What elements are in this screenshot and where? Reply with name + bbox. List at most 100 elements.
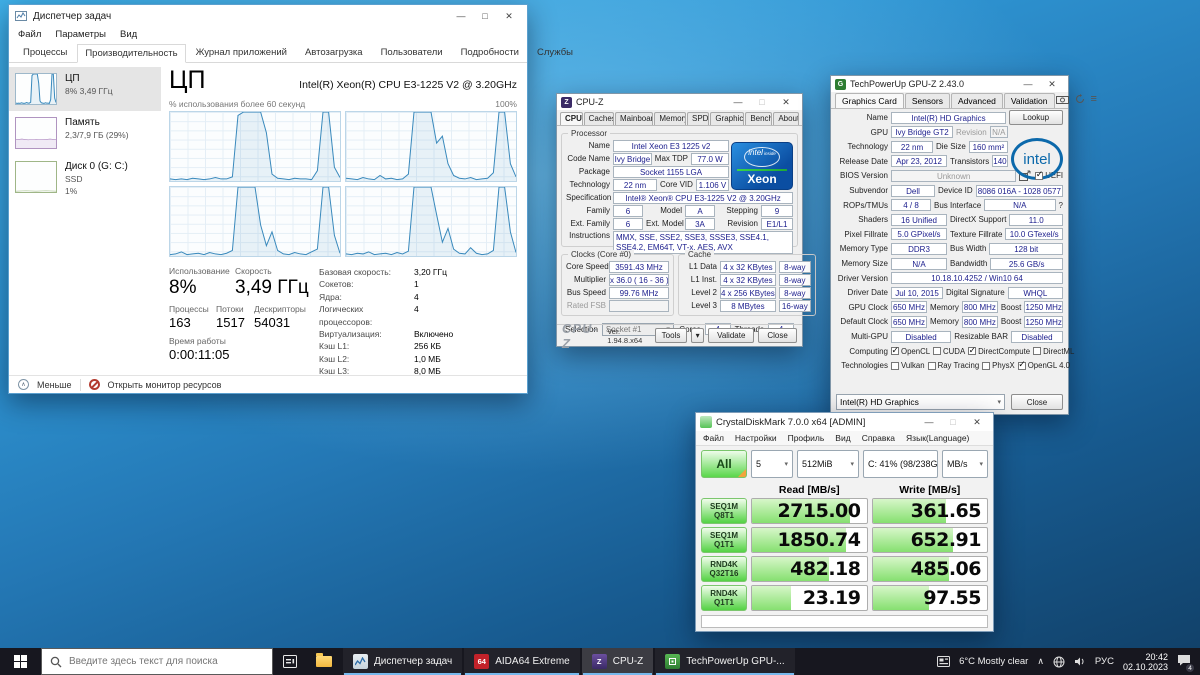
gpuz-titlebar[interactable]: G TechPowerUp GPU-Z 2.43.0 — ✕ [831, 76, 1068, 92]
tab-caches[interactable]: Caches [584, 112, 614, 125]
refresh-icon[interactable] [1075, 94, 1085, 104]
file-explorer-button[interactable] [307, 648, 341, 675]
tab-memory[interactable]: Memory [654, 112, 686, 125]
cpuz-titlebar[interactable]: Z CPU-Z — □ ✕ [557, 94, 802, 110]
minimize-button[interactable]: — [449, 8, 473, 24]
menu-help[interactable]: Справка [862, 433, 895, 443]
close-button[interactable]: ✕ [497, 8, 521, 24]
test-size-select[interactable]: 512MiB▾ [797, 450, 859, 478]
news-weather-icon[interactable] [937, 656, 950, 667]
target-drive-select[interactable]: C: 41% (98/238GiB)▾ [863, 450, 938, 478]
cpu-core-graph-4[interactable] [345, 186, 517, 257]
tab-processes[interactable]: Процессы [15, 43, 75, 62]
minimize-button[interactable]: — [917, 414, 941, 430]
lookup-button[interactable]: Lookup [1009, 110, 1063, 125]
tab-advanced[interactable]: Advanced [951, 93, 1003, 108]
close-button[interactable]: ✕ [965, 414, 989, 430]
raytracing-checkbox[interactable] [928, 362, 936, 370]
opencl-checkbox[interactable] [891, 347, 899, 355]
usage-value: 8% [169, 276, 235, 299]
seq1m-q8t1-button[interactable]: SEQ1MQ8T1 [701, 498, 747, 524]
field-label: Specification [566, 193, 610, 202]
directml-checkbox[interactable] [1033, 347, 1041, 355]
close-button[interactable]: Close [1011, 394, 1063, 410]
taskbar-app-task-manager[interactable]: Диспетчер задач [343, 648, 462, 675]
cpu-core-graph-1[interactable] [169, 111, 341, 182]
clock[interactable]: 20:42 02.10.2023 [1123, 652, 1168, 672]
physx-checkbox[interactable] [982, 362, 990, 370]
search-input[interactable] [69, 656, 264, 667]
menu-options[interactable]: Параметры [55, 29, 106, 40]
sidebar-item-memory[interactable]: Память 2,3/7,9 ГБ (29%) [9, 111, 161, 155]
cpu-core-graph-2[interactable] [345, 111, 517, 182]
gpu-device-select[interactable]: Intel(R) HD Graphics▾ [836, 394, 1005, 410]
bus-interface-help[interactable]: ? [1059, 201, 1063, 210]
menu-view[interactable]: Вид [835, 433, 850, 443]
rnd4k-q1t1-button[interactable]: RND4KQ1T1 [701, 585, 747, 611]
taskbar-search[interactable] [41, 648, 273, 675]
tab-sensors[interactable]: Sensors [905, 93, 950, 108]
tools-button[interactable]: Tools [655, 328, 687, 343]
badge-name: Xeon [747, 173, 776, 185]
directcompute-checkbox[interactable] [968, 347, 976, 355]
notification-center-button[interactable]: 4 [1177, 654, 1191, 669]
opengl-checkbox[interactable] [1018, 362, 1026, 370]
core-speed-field: 3591.43 MHz [609, 261, 669, 273]
tab-validation[interactable]: Validation [1004, 93, 1055, 108]
tab-performance[interactable]: Производительность [77, 44, 185, 63]
menu-settings[interactable]: Настройки [735, 433, 777, 443]
test-count-select[interactable]: 5▾ [751, 450, 793, 478]
minimize-button[interactable]: — [1016, 76, 1040, 92]
menu-file[interactable]: Файл [703, 433, 724, 443]
tab-details[interactable]: Подробности [453, 43, 527, 62]
menu-hamburger-icon[interactable]: ≡ [1091, 93, 1097, 105]
cpu-core-graph-3[interactable] [169, 186, 341, 257]
tab-graphics[interactable]: Graphics [710, 112, 744, 125]
network-globe-icon[interactable] [1053, 656, 1065, 668]
taskbar-app-cpuz[interactable]: Z CPU-Z [582, 648, 654, 675]
task-view-button[interactable] [273, 648, 307, 675]
tab-about[interactable]: About [773, 112, 799, 125]
open-resource-monitor-link[interactable]: Открыть монитор ресурсов [108, 380, 222, 390]
sidebar-item-disk[interactable]: Диск 0 (G: C:) SSD 1% [9, 155, 161, 202]
volume-icon[interactable] [1074, 656, 1086, 667]
tab-spd[interactable]: SPD [687, 112, 709, 125]
start-button[interactable] [0, 648, 41, 675]
tools-dropdown-button[interactable]: ▾ [691, 328, 704, 343]
tab-startup[interactable]: Автозагрузка [297, 43, 371, 62]
task-manager-titlebar[interactable]: Диспетчер задач — □ ✕ [9, 5, 527, 27]
tab-graphics-card[interactable]: Graphics Card [835, 93, 904, 108]
fewer-details-button[interactable]: Меньше [37, 380, 72, 390]
unit-select[interactable]: MB/s▾ [942, 450, 988, 478]
menu-profile[interactable]: Профиль [788, 433, 825, 443]
screenshot-camera-icon[interactable] [1056, 95, 1069, 104]
taskbar-app-aida64[interactable]: 64 AIDA64 Extreme [464, 648, 579, 675]
uefi-checkbox[interactable] [1035, 172, 1043, 180]
close-button[interactable]: ✕ [1040, 76, 1064, 92]
sidebar-item-cpu[interactable]: ЦП 8% 3,49 ГГц [9, 67, 161, 111]
cdm-titlebar[interactable]: CrystalDiskMark 7.0.0 x64 [ADMIN] — □ ✕ [696, 413, 993, 431]
minimize-button[interactable]: — [726, 94, 750, 110]
weather-status[interactable]: 6°C Mostly clear [959, 656, 1028, 667]
run-all-button[interactable]: All [701, 450, 747, 478]
tab-users[interactable]: Пользователи [373, 43, 451, 62]
taskbar-app-gpuz[interactable]: TechPowerUp GPU-... [655, 648, 794, 675]
maximize-button[interactable]: □ [473, 8, 497, 24]
menu-language[interactable]: Язык(Language) [906, 433, 969, 443]
keyboard-language[interactable]: РУС [1095, 656, 1114, 667]
cuda-checkbox[interactable] [933, 347, 941, 355]
menu-file[interactable]: Файл [18, 29, 41, 40]
tab-app-history[interactable]: Журнал приложений [188, 43, 295, 62]
menu-view[interactable]: Вид [120, 29, 137, 40]
tab-bench[interactable]: Bench [745, 112, 772, 125]
seq1m-q1t1-button[interactable]: SEQ1MQ1T1 [701, 527, 747, 553]
vulkan-checkbox[interactable] [891, 362, 899, 370]
validate-button[interactable]: Validate [708, 328, 754, 343]
tab-mainboard[interactable]: Mainboard [615, 112, 653, 125]
rnd4k-q32t16-button[interactable]: RND4KQ32T16 [701, 556, 747, 582]
close-button[interactable]: ✕ [774, 94, 798, 110]
tab-cpu[interactable]: CPU [560, 112, 583, 125]
tab-services[interactable]: Службы [529, 43, 581, 62]
show-hidden-icons-chevron[interactable]: ∧ [1037, 656, 1044, 667]
close-button[interactable]: Close [758, 328, 797, 343]
